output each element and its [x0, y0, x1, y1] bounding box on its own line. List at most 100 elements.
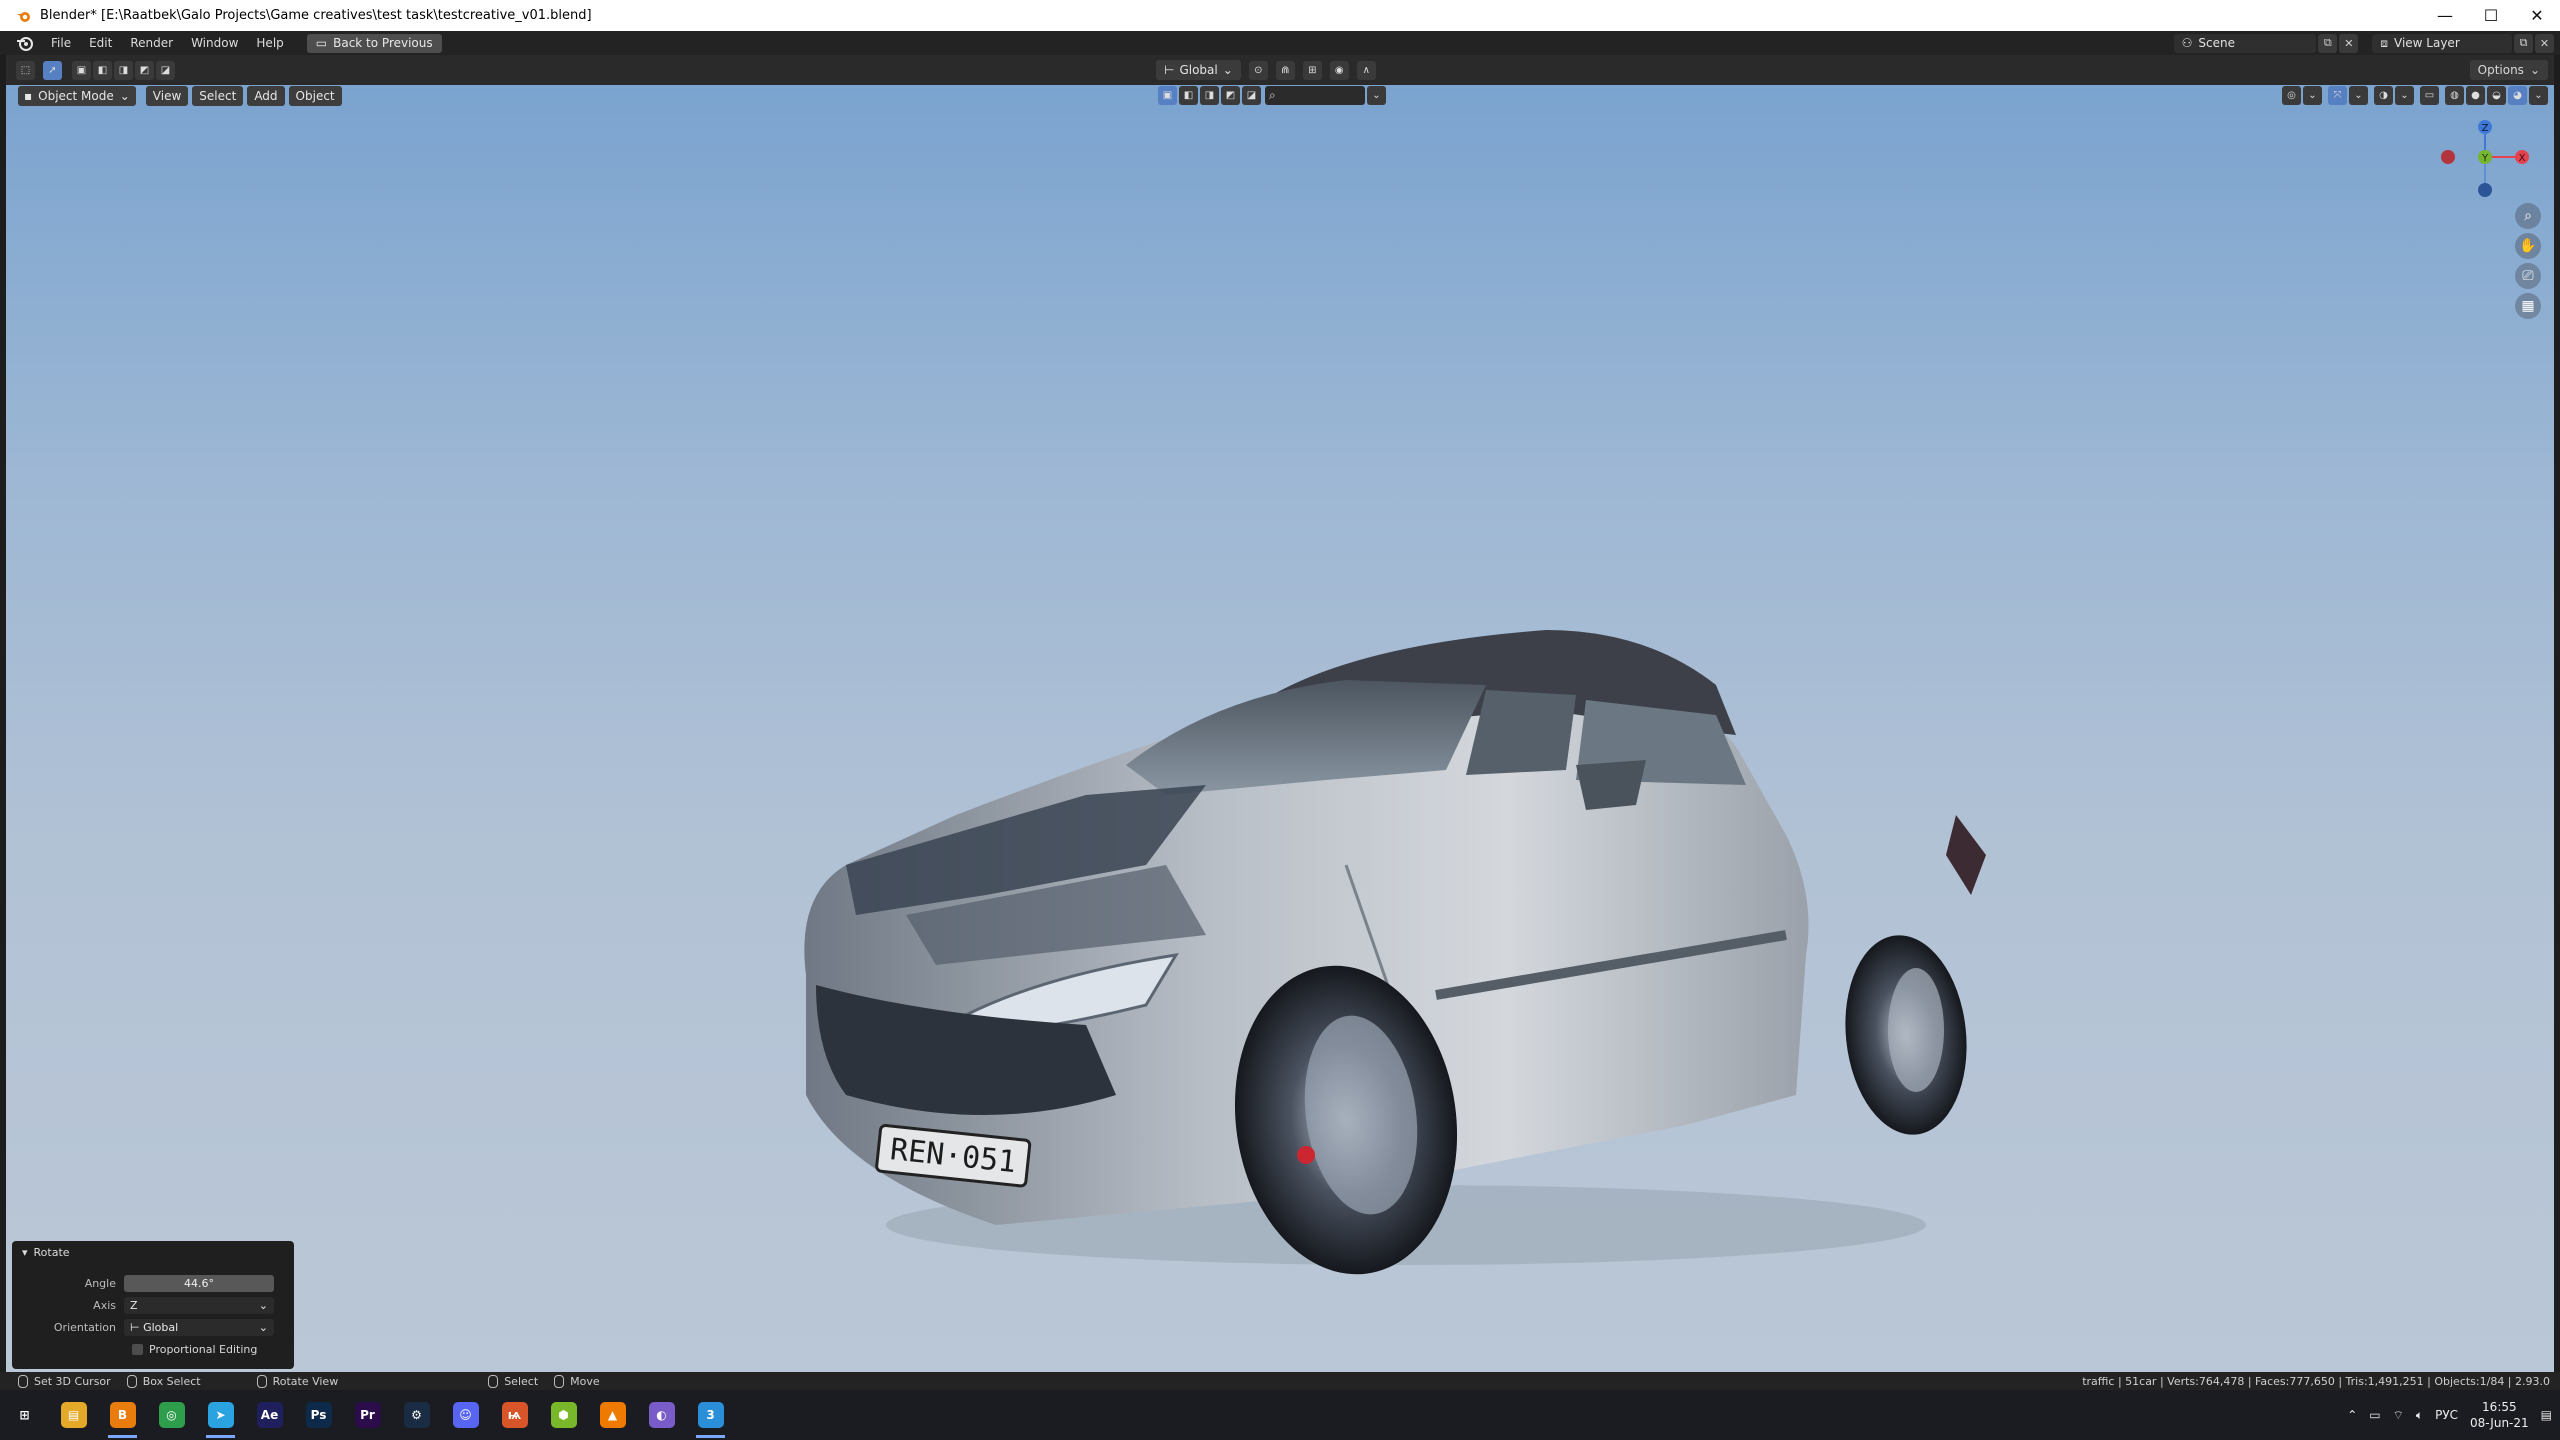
viewport-menu-object[interactable]: Object [288, 86, 342, 106]
viewport-menu-view[interactable]: View [145, 86, 189, 106]
taskbar-windows-start[interactable]: ⊞ [0, 1390, 49, 1440]
transform-orientation-select[interactable]: ⊢ Global ⌄ [1156, 60, 1241, 80]
material-shading-icon[interactable]: ◒ [2487, 86, 2506, 105]
taskbar-app-orange[interactable]: ▲ [588, 1390, 637, 1440]
select-subtract-icon[interactable]: ◨ [114, 60, 133, 80]
taskbar-app-3[interactable]: 3 [686, 1390, 735, 1440]
notifications-icon[interactable]: ▤ [2541, 1408, 2552, 1422]
app-orange-icon: ▲ [599, 1402, 626, 1428]
orientation-select[interactable]: ⊢ Global ⌄ [124, 1318, 274, 1336]
car-model-render[interactable]: REN·051 [786, 535, 2026, 1315]
angle-label: Angle [84, 1276, 116, 1290]
taskbar-file-explorer[interactable]: ▤ [49, 1390, 98, 1440]
language-indicator[interactable]: РУС [2435, 1408, 2458, 1422]
select-mode-set-icon[interactable]: ▣ [1158, 86, 1177, 105]
discord-icon: ☺ [452, 1402, 479, 1428]
wireframe-shading-icon[interactable]: ◍ [2445, 86, 2464, 105]
select-mode-and-icon[interactable]: ◪ [1242, 86, 1261, 105]
gizmo-dropdown-icon[interactable]: ⌄ [2349, 86, 2368, 105]
taskbar-steam[interactable]: ⚙ [392, 1390, 441, 1440]
menu-edit[interactable]: Edit [80, 36, 121, 50]
select-invert-icon[interactable]: ◩ [135, 60, 154, 80]
menu-help[interactable]: Help [247, 36, 292, 50]
remove-scene-icon[interactable]: ✕ [2339, 33, 2359, 53]
taskbar-houdini[interactable]: ѩ [490, 1390, 539, 1440]
remove-view-layer-icon[interactable]: ✕ [2535, 33, 2554, 53]
overlay-dropdown-icon[interactable]: ⌄ [2395, 86, 2414, 105]
operator-panel-header[interactable]: ▾ Rotate [12, 1241, 294, 1263]
gizmo-toggle-icon[interactable]: ⤧ [2328, 86, 2347, 105]
overlay-toggle-icon[interactable]: ◑ [2374, 86, 2393, 105]
viewport-menu-select[interactable]: Select [192, 86, 244, 106]
orientation-value: Global [1179, 63, 1218, 77]
select-mode-extend-icon[interactable]: ◧ [1179, 86, 1198, 105]
angle-field[interactable]: 44.6° [124, 1274, 274, 1292]
wifi-icon[interactable]: ⌔ [2393, 1408, 2404, 1423]
perspective-grid-icon[interactable]: ▦ [2515, 293, 2541, 319]
chevron-down-icon: ⌄ [2529, 63, 2540, 77]
proportional-edit-icon[interactable]: ◉ [1329, 60, 1349, 80]
editor-type-icon[interactable]: ⬚ [16, 60, 35, 80]
blender-logo-icon[interactable] [16, 34, 34, 52]
taskbar-android[interactable]: ⬢ [539, 1390, 588, 1440]
menu-render[interactable]: Render [121, 36, 182, 50]
visibility-dropdown-icon[interactable]: ⌄ [2303, 86, 2322, 105]
select-mode-diff-icon[interactable]: ◩ [1221, 86, 1240, 105]
select-new-icon[interactable]: ▣ [72, 60, 91, 80]
menu-file[interactable]: File [42, 36, 80, 50]
filter-dropdown-icon[interactable]: ⌄ [1367, 86, 1386, 105]
camera-view-icon[interactable]: ⎚ [2515, 263, 2541, 289]
solid-shading-icon[interactable]: ● [2466, 86, 2485, 105]
taskbar-after-effects[interactable]: Ae [245, 1390, 294, 1440]
minimize-button[interactable]: — [2422, 0, 2468, 31]
chrome-icon: ◎ [158, 1402, 185, 1428]
select-extend-icon[interactable]: ◧ [93, 60, 112, 80]
view-layer-selector[interactable]: ⧈ View Layer [2372, 33, 2512, 53]
new-view-layer-icon[interactable]: ⧉ [2514, 33, 2533, 53]
taskbar-premiere[interactable]: Pr [343, 1390, 392, 1440]
zoom-icon[interactable]: ⌕ [2515, 203, 2541, 229]
shading-dropdown-icon[interactable]: ⌄ [2529, 86, 2548, 105]
pivot-point-icon[interactable]: ⊙ [1248, 60, 1268, 80]
object-mode-select[interactable]: ▪ Object Mode ⌄ [18, 86, 136, 106]
snap-toggle-icon[interactable]: ⋒ [1275, 60, 1295, 80]
options-dropdown[interactable]: Options ⌄ [2469, 60, 2548, 80]
taskbar-clock[interactable]: 16:55 08-Jun-21 [2470, 1399, 2529, 1431]
pan-hand-icon[interactable]: ✋ [2515, 233, 2541, 259]
snap-target-icon[interactable]: ⊞ [1302, 60, 1322, 80]
tray-chevron-icon[interactable]: ⌃ [2347, 1408, 2357, 1422]
back-to-previous-button[interactable]: ▭ Back to Previous [306, 33, 442, 53]
new-scene-icon[interactable]: ⧉ [2318, 33, 2338, 53]
select-mode-sub-icon[interactable]: ◨ [1200, 86, 1219, 105]
proportional-editing-checkbox[interactable] [132, 1343, 143, 1355]
maximize-button[interactable]: ☐ [2468, 0, 2514, 31]
xray-toggle-icon[interactable]: ▭ [2420, 86, 2439, 105]
scene-selector[interactable]: ⚇ Scene [2173, 33, 2317, 53]
volume-icon[interactable]: 🔈︎ [2416, 1408, 2423, 1423]
3d-viewport[interactable]: REN·051 [6, 85, 2554, 1372]
select-tool-icon[interactable]: ➚ [43, 60, 62, 80]
rendered-shading-icon[interactable]: ◕ [2508, 86, 2527, 105]
select-intersect-icon[interactable]: ◪ [156, 60, 175, 80]
taskbar-telegram[interactable]: ➤ [196, 1390, 245, 1440]
gizmo-neg-x[interactable] [2441, 150, 2455, 164]
status-label: Rotate View [272, 1374, 339, 1388]
viewport-menu-add[interactable]: Add [247, 86, 285, 106]
taskbar-chrome[interactable]: ◎ [147, 1390, 196, 1440]
orientation-row: Orientation ⊢ Global ⌄ [12, 1318, 294, 1336]
menu-window[interactable]: Window [182, 36, 247, 50]
status-set-cursor: Set 3D Cursor [18, 1374, 111, 1388]
axis-select[interactable]: Z ⌄ [124, 1296, 274, 1314]
taskbar-photoshop[interactable]: Ps [294, 1390, 343, 1440]
gizmo-neg-z[interactable] [2478, 183, 2492, 197]
navigation-gizmo[interactable]: X Y Z [2440, 105, 2530, 215]
chevron-down-icon: ⌄ [258, 1320, 268, 1334]
taskbar-blender[interactable]: B [98, 1390, 147, 1440]
close-button[interactable]: ✕ [2514, 0, 2560, 31]
viewport-search-field[interactable]: ⌕ [1265, 86, 1365, 105]
falloff-icon[interactable]: ∧ [1356, 60, 1376, 80]
visibility-icon[interactable]: ◎ [2282, 86, 2301, 105]
taskbar-discord[interactable]: ☺ [441, 1390, 490, 1440]
taskbar-browser[interactable]: ◐ [637, 1390, 686, 1440]
network-icon[interactable]: ▭ [2369, 1408, 2380, 1422]
